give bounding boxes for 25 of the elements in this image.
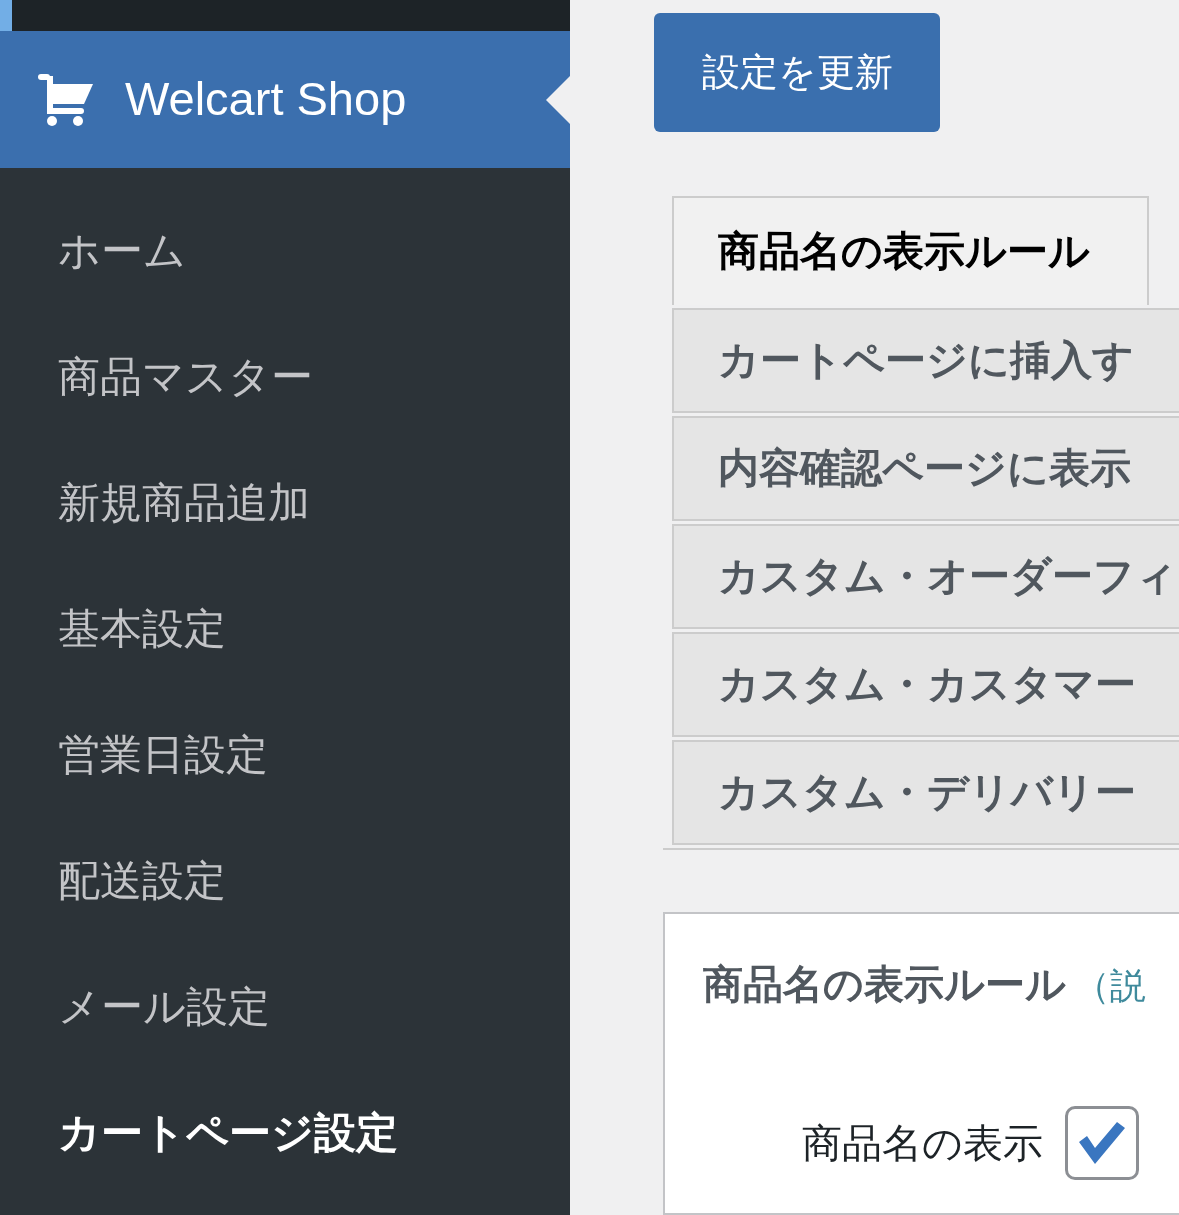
update-settings-button[interactable]: 設定を更新: [654, 13, 940, 132]
sidebar-item[interactable]: 基本設定: [0, 565, 570, 691]
sidebar-item[interactable]: メール設定: [0, 943, 570, 1069]
sidebar-item[interactable]: ホーム: [0, 187, 570, 313]
tab[interactable]: カスタム・デリバリー: [672, 740, 1179, 845]
toolbar-edge-marker: [0, 0, 12, 31]
sidebar-header[interactable]: Welcart Shop: [0, 31, 570, 168]
sidebar-item[interactable]: カートページ設定: [0, 1069, 570, 1195]
checkmark-icon: [1079, 1122, 1125, 1164]
field-label: 商品名の表示: [802, 1120, 1043, 1167]
sidebar-item[interactable]: 商品マスター: [0, 313, 570, 439]
tab[interactable]: カスタム・オーダーフィ: [672, 524, 1179, 629]
sidebar-item[interactable]: 配送設定: [0, 817, 570, 943]
panel-title: 商品名の表示ルール: [703, 961, 1066, 1008]
checkbox[interactable]: [1065, 1106, 1139, 1180]
tab[interactable]: カートページに挿入す: [672, 308, 1179, 413]
current-menu-pointer: [546, 76, 570, 124]
tab[interactable]: 内容確認ページに表示: [672, 416, 1179, 521]
help-link[interactable]: （説: [1074, 959, 1146, 1013]
cart-icon: [38, 73, 94, 126]
sidebar-item[interactable]: 新規商品追加: [0, 439, 570, 565]
tab[interactable]: 商品名の表示ルール: [672, 196, 1149, 305]
sidebar-header-title: Welcart Shop: [125, 71, 407, 128]
tab[interactable]: カスタム・カスタマー: [672, 632, 1179, 737]
sidebar-item[interactable]: 営業日設定: [0, 691, 570, 817]
